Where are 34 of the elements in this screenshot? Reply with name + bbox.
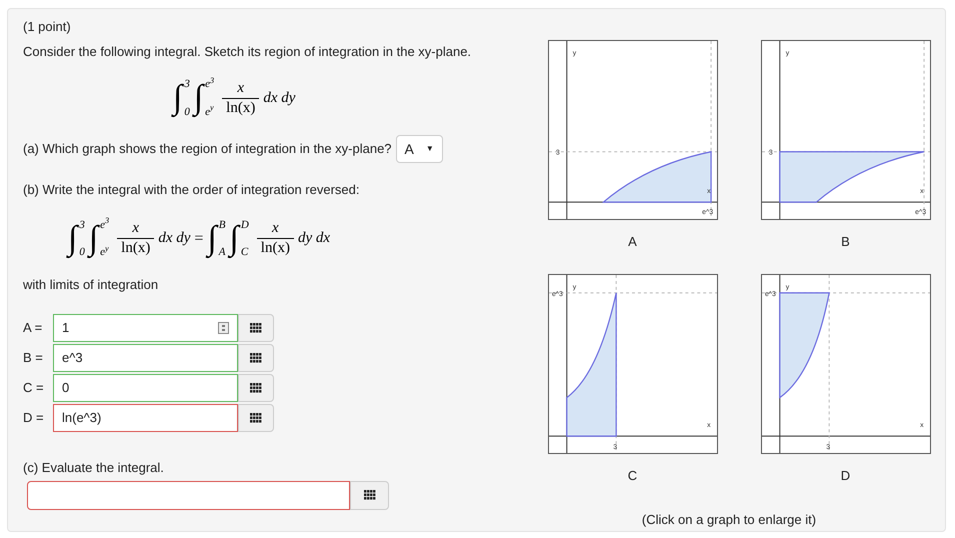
hint-text: (Click on a graph to enlarge it)	[642, 511, 816, 529]
graph-caption: C	[628, 466, 638, 484]
caret-icon: ▼	[426, 143, 434, 155]
keypad-button[interactable]	[238, 314, 274, 342]
graph-caption: A	[628, 233, 637, 251]
keypad-icon	[250, 383, 262, 393]
answer-field[interactable]	[27, 480, 350, 510]
graph-caption: D	[840, 466, 850, 484]
answer-field[interactable]: 1	[53, 314, 238, 342]
keypad-button[interactable]	[350, 480, 389, 510]
preview-icon	[218, 322, 229, 334]
keypad-icon	[250, 413, 262, 423]
answer-field[interactable]: 0	[53, 374, 238, 402]
answer-field[interactable]: ln(e^3)	[53, 404, 238, 432]
question-text: (b) Write the integral with the order of integration reversed:	[23, 181, 360, 199]
points-label: (1 point)	[23, 18, 72, 36]
graph-caption: B	[841, 233, 850, 251]
problem-text: Consider the following integral. Sketch its region of integration in the xy-plane.	[23, 42, 472, 61]
question-text: (c) Evaluate the integral.	[23, 459, 165, 477]
field-label: B =	[23, 349, 44, 368]
answer-dropdown[interactable]: A ▼	[396, 135, 443, 163]
answer-field[interactable]: e^3	[53, 344, 238, 372]
field-label: C =	[23, 379, 45, 398]
limits-label: with limits of integration	[23, 276, 160, 294]
keypad-icon	[364, 490, 376, 500]
keypad-button[interactable]	[238, 374, 274, 402]
field-label: D =	[23, 409, 45, 428]
keypad-icon	[250, 353, 262, 363]
field-label: A =	[23, 319, 44, 338]
keypad-icon	[250, 323, 262, 333]
question-text: (a) Which graph shows the region of integration in the xy-plane?	[23, 140, 392, 158]
keypad-button[interactable]	[238, 404, 274, 432]
equals-sign: =	[194, 228, 204, 248]
keypad-button[interactable]	[238, 344, 274, 372]
